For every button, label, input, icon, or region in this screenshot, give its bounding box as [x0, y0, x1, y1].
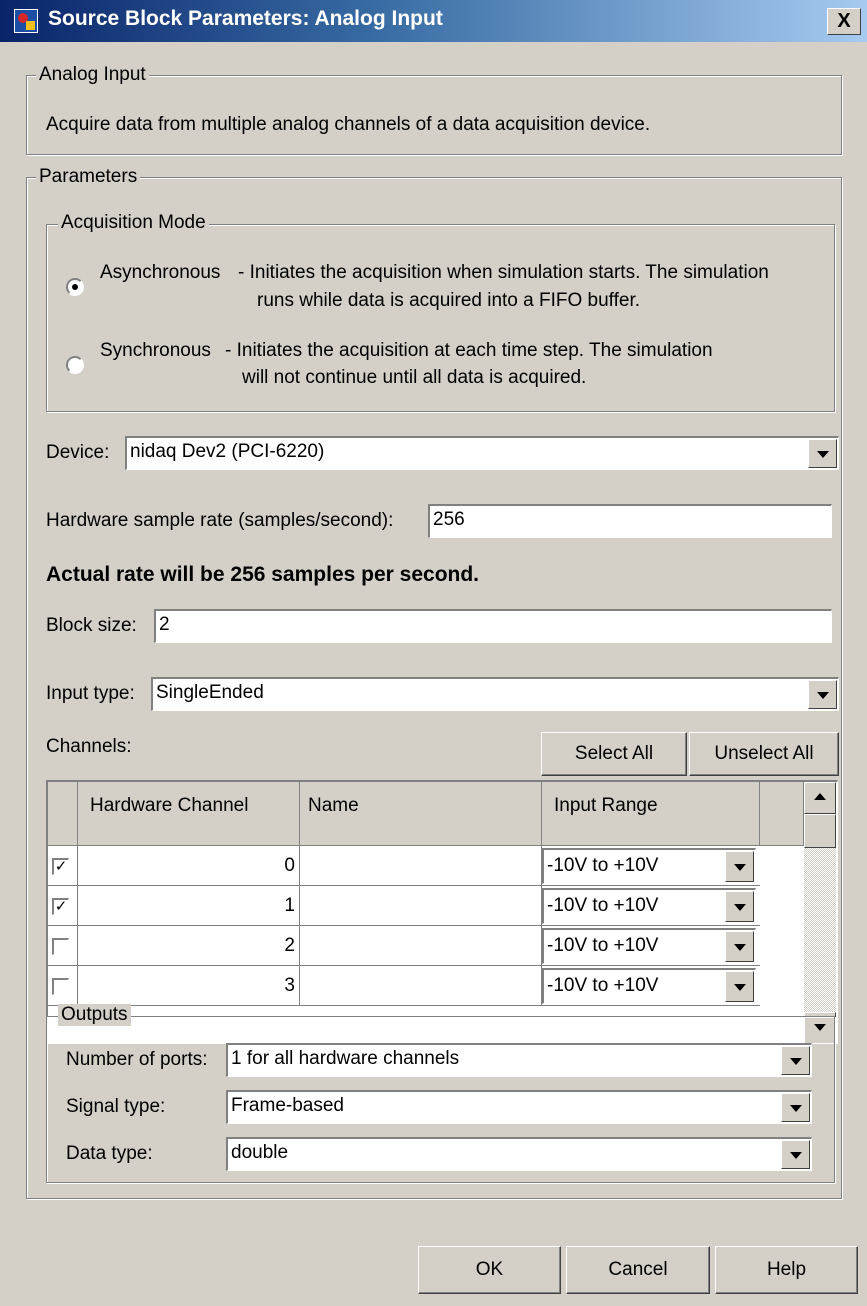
input-type-dropdown[interactable]: SingleEnded — [151, 677, 839, 711]
dropdown-arrow-icon[interactable] — [725, 931, 754, 962]
checkbox-icon[interactable]: ✓ — [52, 898, 69, 915]
scroll-up-icon[interactable] — [804, 782, 836, 814]
input-range-value: -10V to +10V — [547, 895, 659, 916]
device-value: nidaq Dev2 (PCI-6220) — [130, 441, 325, 462]
window-title: Source Block Parameters: Analog Input — [48, 7, 443, 30]
signal-type-label: Signal type: — [66, 1096, 166, 1117]
column-header-name[interactable]: Name — [300, 782, 542, 846]
name-cell[interactable] — [300, 886, 542, 926]
select-all-button[interactable]: Select All — [541, 732, 687, 776]
ports-label: Number of ports: — [66, 1049, 208, 1070]
name-cell[interactable] — [300, 926, 542, 966]
ports-value: 1 for all hardware channels — [231, 1048, 460, 1069]
block-size-label: Block size: — [46, 615, 137, 636]
description-text: Acquire data from multiple analog channe… — [46, 114, 651, 135]
unselect-all-button[interactable]: Unselect All — [689, 732, 839, 776]
asynchronous-desc-1: - Initiates the acquisition when simulat… — [238, 262, 769, 283]
parameters-group-title: Parameters — [36, 166, 141, 188]
hardware-channel-cell: 1 — [78, 886, 300, 926]
name-cell[interactable] — [300, 846, 542, 886]
input-range-cell: -10V to +10V — [542, 886, 760, 926]
dropdown-arrow-icon[interactable] — [781, 1093, 810, 1122]
close-button[interactable]: X — [827, 8, 861, 35]
asynchronous-radio[interactable] — [66, 278, 84, 296]
sample-rate-input[interactable]: 256 — [428, 504, 832, 538]
dropdown-arrow-icon[interactable] — [725, 851, 754, 882]
dropdown-arrow-icon[interactable] — [725, 891, 754, 922]
input-type-value: SingleEnded — [156, 682, 264, 703]
synchronous-desc-1: - Initiates the acquisition at each time… — [225, 340, 713, 361]
checkbox-icon[interactable] — [52, 938, 69, 955]
title-bar: Source Block Parameters: Analog Input X — [0, 0, 867, 42]
input-range-cell: -10V to +10V — [542, 846, 760, 886]
checkbox-icon[interactable]: ✓ — [52, 858, 69, 875]
actual-rate-note: Actual rate will be 256 samples per seco… — [46, 563, 480, 586]
synchronous-radio[interactable] — [66, 356, 84, 374]
dropdown-arrow-icon[interactable] — [781, 1046, 810, 1075]
scroll-thumb[interactable] — [804, 814, 836, 848]
asynchronous-desc-2: runs while data is acquired into a FIFO … — [257, 290, 641, 311]
input-type-label: Input type: — [46, 683, 135, 704]
table-corner-header — [48, 782, 78, 846]
input-range-value: -10V to +10V — [547, 975, 659, 996]
data-type-dropdown[interactable]: double — [226, 1137, 812, 1171]
help-button[interactable]: Help — [715, 1246, 858, 1294]
acquisition-mode-title: Acquisition Mode — [58, 212, 209, 234]
table-row-checkbox-cell: ✓ — [48, 846, 78, 886]
input-range-dropdown[interactable]: -10V to +10V — [542, 968, 756, 1004]
simulink-block-icon — [14, 9, 38, 33]
synchronous-desc-2: will not continue until all data is acqu… — [242, 367, 587, 388]
hardware-channel-cell: 0 — [78, 846, 300, 886]
device-dropdown[interactable]: nidaq Dev2 (PCI-6220) — [125, 436, 839, 470]
synchronous-label[interactable]: Synchronous — [100, 339, 211, 363]
signal-type-dropdown[interactable]: Frame-based — [226, 1090, 812, 1124]
channels-table: Hardware Channel Name Input Range ✓ 0 -1… — [46, 780, 838, 1044]
description-group-title: Analog Input — [36, 64, 149, 86]
dropdown-arrow-icon[interactable] — [781, 1140, 810, 1169]
input-range-value: -10V to +10V — [547, 855, 659, 876]
table-row-checkbox-cell: ✓ — [48, 886, 78, 926]
ok-button[interactable]: OK — [418, 1246, 561, 1294]
dropdown-arrow-icon[interactable] — [808, 680, 837, 709]
asynchronous-label[interactable]: Asynchronous — [100, 261, 220, 285]
device-label: Device: — [46, 442, 110, 463]
input-range-cell: -10V to +10V — [542, 926, 760, 966]
signal-type-value: Frame-based — [231, 1095, 344, 1116]
input-range-value: -10V to +10V — [547, 935, 659, 956]
data-type-label: Data type: — [66, 1143, 153, 1164]
hardware-channel-cell: 3 — [78, 966, 300, 1006]
table-row-checkbox-cell — [48, 926, 78, 966]
data-type-value: double — [231, 1142, 289, 1163]
block-size-input[interactable]: 2 — [154, 609, 832, 643]
column-header-hardware-channel[interactable]: Hardware Channel — [78, 782, 300, 846]
input-range-dropdown[interactable]: -10V to +10V — [542, 928, 756, 964]
hardware-channel-cell: 2 — [78, 926, 300, 966]
table-scrollbar[interactable] — [804, 782, 836, 1043]
input-range-dropdown[interactable]: -10V to +10V — [542, 888, 756, 924]
dropdown-arrow-icon[interactable] — [725, 971, 754, 1002]
ports-dropdown[interactable]: 1 for all hardware channels — [226, 1043, 812, 1077]
name-cell[interactable] — [300, 966, 542, 1006]
dropdown-arrow-icon[interactable] — [808, 439, 837, 468]
channels-label: Channels: — [46, 736, 132, 757]
input-range-cell: -10V to +10V — [542, 966, 760, 1006]
checkbox-icon[interactable] — [52, 978, 69, 995]
outputs-group-title: Outputs — [58, 1004, 131, 1026]
input-range-dropdown[interactable]: -10V to +10V — [542, 848, 756, 884]
cancel-button[interactable]: Cancel — [566, 1246, 710, 1294]
column-header-filler — [760, 782, 804, 846]
table-row-checkbox-cell — [48, 966, 78, 1006]
sample-rate-label: Hardware sample rate (samples/second): — [46, 510, 394, 531]
column-header-input-range[interactable]: Input Range — [542, 782, 760, 846]
